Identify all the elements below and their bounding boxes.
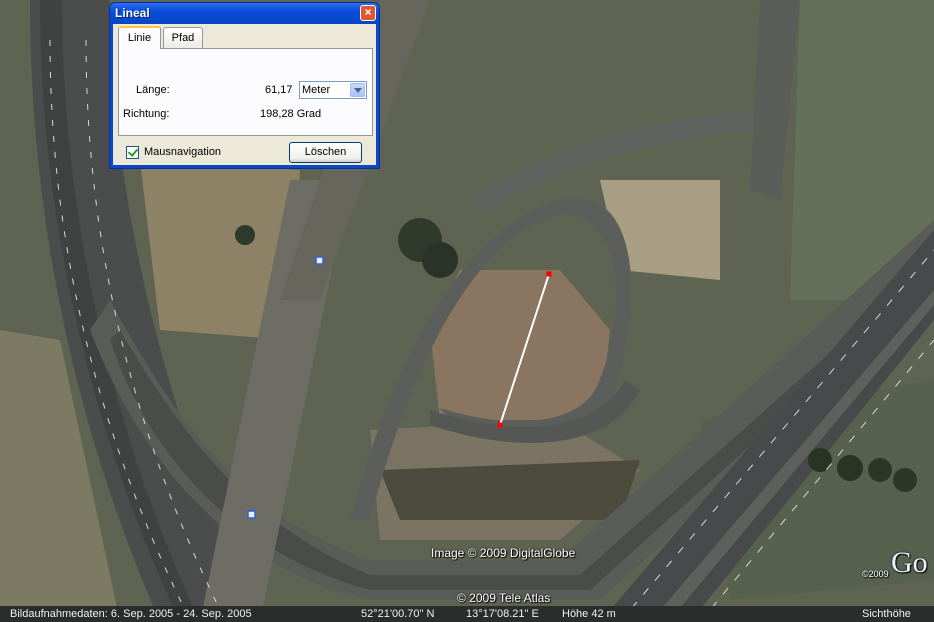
longitude-readout: 13°17'08.21" E [466,608,539,620]
mouse-navigation-checkbox[interactable] [126,146,139,159]
dialog-body: Linie Pfad Länge: 61,17 Meter Richtung: … [113,24,376,165]
ruler-dialog: Lineal × Linie Pfad Länge: 61,17 Meter R… [109,2,380,169]
direction-label: Richtung: [123,108,170,120]
length-value: 61,17 [265,84,293,96]
tab-linie[interactable]: Linie [118,26,161,49]
tab-pfad[interactable]: Pfad [163,27,203,48]
google-logo: Go [891,546,928,579]
latitude-readout: 52°21'00.70" N [361,608,435,620]
imagery-credit: Image © 2009 DigitalGlobe [431,546,576,560]
clear-button[interactable]: Löschen [289,142,362,163]
data-credit: © 2009 Tele Atlas [457,591,551,605]
tab-panel: Länge: 61,17 Meter Richtung: 198,28 Grad [118,48,373,136]
ruler-end-point [497,422,503,428]
unit-select[interactable]: Meter [299,81,367,99]
direction-value: 198,28 Grad [260,108,322,120]
logo-year: ©2009 [862,569,889,579]
ruler-line [499,273,550,426]
chevron-down-icon[interactable] [350,83,365,97]
status-bar: Bildaufnahmedaten: 6. Sep. 2005 - 24. Se… [0,606,934,622]
ruler-start-point [546,271,552,277]
unit-select-value: Meter [302,84,331,96]
altitude-readout: Höhe 42 m [562,608,616,620]
close-icon[interactable]: × [360,5,376,21]
eye-altitude-readout: Sichthöhe [862,608,911,620]
dialog-titlebar[interactable]: Lineal × [110,3,379,24]
mouse-navigation-label: Mausnavigation [144,146,222,158]
dialog-title: Lineal [115,6,150,20]
length-label: Länge: [136,84,170,96]
imagery-date: Bildaufnahmedaten: 6. Sep. 2005 - 24. Se… [10,608,252,620]
